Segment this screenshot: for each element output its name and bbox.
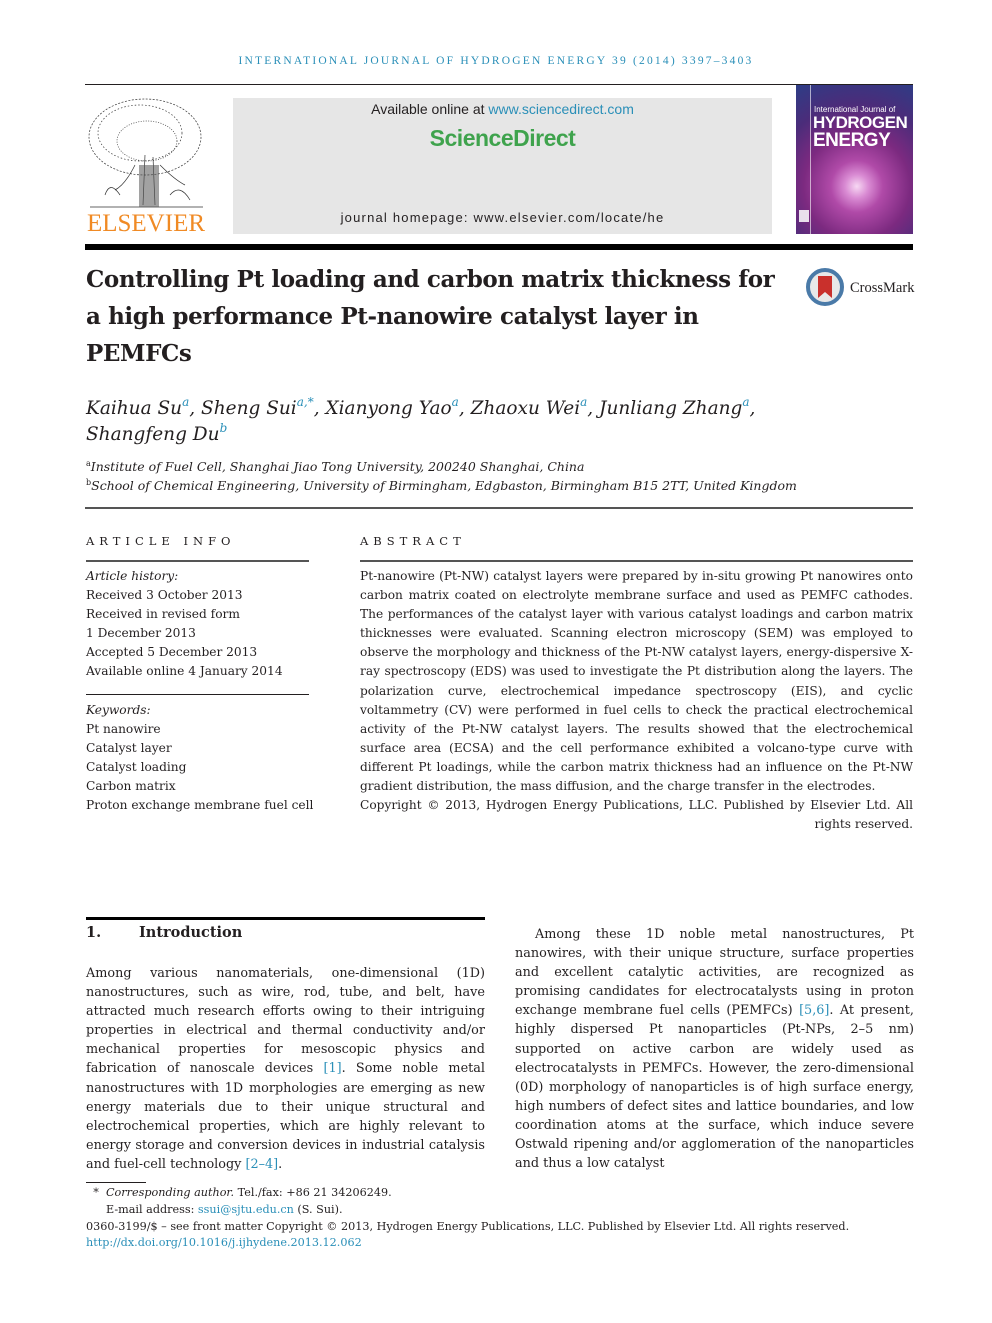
sciencedirect-banner: Available online at www.sciencedirect.co…: [233, 98, 772, 234]
author-affil-link[interactable]: a: [452, 395, 459, 409]
author: Shangfeng Du: [86, 424, 220, 445]
author-affil-link[interactable]: b: [220, 421, 228, 435]
history-item: Received 3 October 2013: [86, 588, 243, 603]
crossmark-icon: [806, 268, 844, 306]
keyword: Proton exchange membrane fuel cell: [86, 798, 314, 813]
article-info-divider: [86, 560, 309, 562]
email-link[interactable]: ssui@sjtu.edu.cn: [198, 1203, 294, 1216]
keyword: Catalyst loading: [86, 760, 187, 775]
available-online-line: Available online at www.sciencedirect.co…: [371, 101, 634, 117]
journal-cover-image: International Journal of HYDROGEN ENERGY: [796, 85, 913, 234]
abstract-text: Pt-nanowire (Pt-NW) catalyst layers were…: [360, 569, 913, 794]
footnotes: * Corresponding author. Tel./fax: +86 21 …: [86, 1185, 916, 1252]
keyword: Catalyst layer: [86, 741, 172, 756]
history-item: Accepted 5 December 2013: [86, 645, 258, 660]
article-info-heading: ARTICLE INFO: [86, 534, 236, 548]
author-affil-link[interactable]: a: [580, 395, 587, 409]
introduction-divider: [86, 917, 485, 920]
journal-homepage[interactable]: journal homepage: www.elsevier.com/locat…: [233, 210, 772, 225]
section-title: Introduction: [139, 924, 243, 941]
keyword: Carbon matrix: [86, 779, 176, 794]
cover-divider: [810, 85, 811, 234]
abstract-divider: [360, 560, 913, 562]
section-divider: [85, 507, 913, 509]
article-history: Article history: Received 3 October 2013…: [86, 567, 326, 682]
sciencedirect-brand: ScienceDirect: [429, 125, 576, 151]
cover-badge-icon: [799, 210, 809, 222]
article-title: Controlling Pt loading and carbon matrix…: [86, 266, 775, 367]
author-list: Kaihua Sua, Sheng Suia,*, Xianyong Yaoa,…: [86, 395, 756, 445]
history-item: Received in revised form: [86, 607, 240, 622]
keyword: Pt nanowire: [86, 722, 161, 737]
doi-link[interactable]: http://dx.doi.org/10.1016/j.ijhydene.201…: [86, 1235, 916, 1252]
keywords-divider: [86, 694, 309, 695]
elsevier-wordmark: ELSEVIER: [86, 210, 206, 237]
history-item: Available online 4 January 2014: [86, 664, 283, 679]
keywords-label: Keywords:: [86, 703, 151, 717]
footnote-divider: [86, 1182, 146, 1183]
crossmark-button[interactable]: CrossMark: [806, 268, 916, 308]
author-affil-link[interactable]: a: [742, 395, 749, 409]
corresponding-author-note: * Corresponding author. Tel./fax: +86 21 …: [93, 1186, 392, 1199]
issn-line: 0360-3199/$ – see front matter Copyright…: [86, 1219, 850, 1233]
header-thick-divider: [85, 244, 913, 250]
affiliation: bSchool of Chemical Engineering, Univers…: [86, 478, 797, 493]
citation-link[interactable]: [2–4]: [245, 1157, 278, 1172]
abstract-copyright: Copyright © 2013, Hydrogen Energy Public…: [360, 798, 913, 832]
top-divider: [85, 84, 913, 85]
keywords: Keywords: Pt nanowire Catalyst layer Cat…: [86, 701, 326, 816]
citation-link[interactable]: [5,6]: [799, 1003, 829, 1018]
introduction-paragraph-left: Among various nanomaterials, one-dimensi…: [86, 966, 486, 1172]
history-item: 1 December 2013: [86, 626, 196, 641]
author: Junliang Zhang: [599, 398, 743, 419]
citation-link[interactable]: [1]: [323, 1061, 341, 1076]
introduction-paragraph-right: Among these 1D noble metal nanostructure…: [515, 927, 914, 1172]
author: Zhaoxu Wei: [470, 398, 581, 419]
affiliations: aInstitute of Fuel Cell, Shanghai Jiao T…: [86, 457, 886, 495]
author: Xianyong Yao: [325, 398, 452, 419]
history-label: Article history:: [86, 569, 179, 583]
author: Sheng Sui: [201, 398, 297, 419]
affiliation: aInstitute of Fuel Cell, Shanghai Jiao T…: [86, 459, 585, 474]
author-affil-link[interactable]: a,*: [297, 395, 314, 409]
email-note: E-mail address: ssui@sjtu.edu.cn (S. Sui…: [106, 1202, 343, 1216]
author: Kaihua Su: [86, 398, 183, 419]
sciencedirect-link[interactable]: www.sciencedirect.com: [488, 101, 634, 117]
section-number: 1.: [86, 924, 102, 941]
abstract: Pt-nanowire (Pt-NW) catalyst layers were…: [360, 567, 913, 834]
cover-title-line3: ENERGY: [813, 130, 891, 151]
abstract-heading: ABSTRACT: [360, 534, 466, 548]
section-heading-introduction: 1. Introduction: [86, 924, 242, 941]
crossmark-label: CrossMark: [850, 280, 915, 296]
running-head: International Journal of Hydrogen Energy…: [238, 55, 754, 67]
cover-title-line2: HYDROGEN: [813, 113, 908, 132]
author-affil-link[interactable]: a: [182, 395, 189, 409]
